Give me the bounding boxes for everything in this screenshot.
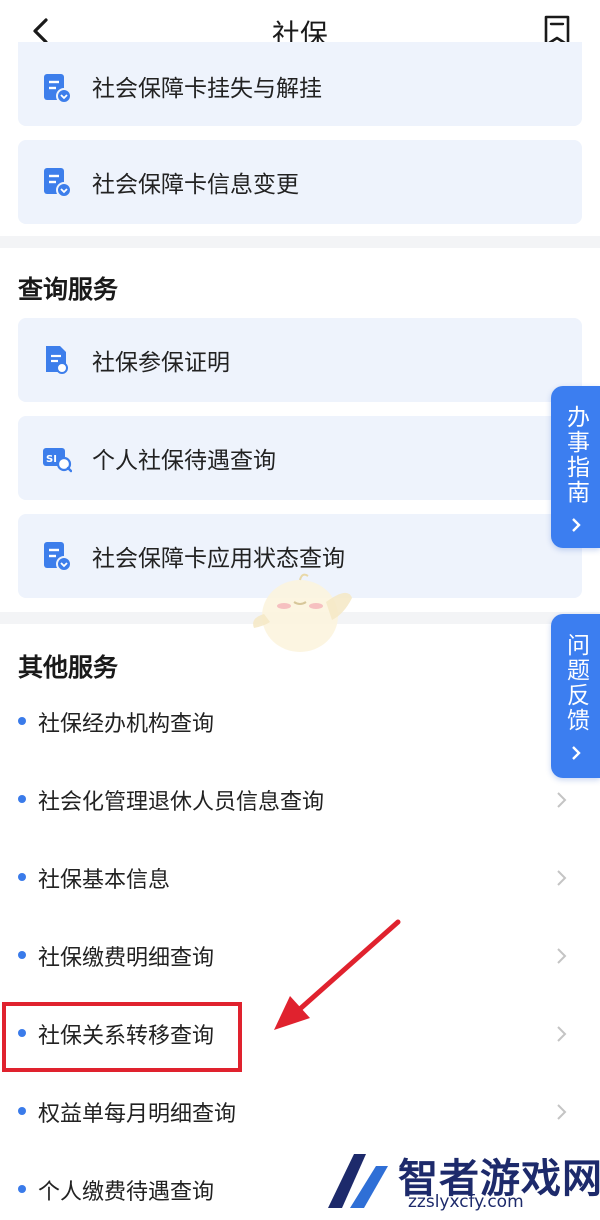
chevron-right-icon <box>557 792 567 808</box>
pointer-arrow-annotation <box>274 919 401 1030</box>
chevron-right-icon <box>557 948 567 964</box>
service-card-insurance-certificate[interactable]: 社保参保证明 <box>18 318 582 402</box>
list-item-label: 社保基本信息 <box>38 868 171 893</box>
highlight-box <box>2 1002 242 1072</box>
side-tab-feedback[interactable]: 问题反馈 <box>551 614 600 778</box>
service-card-label: 社保参保证明 <box>92 350 230 376</box>
list-item[interactable]: 社保基本信息 <box>0 848 600 908</box>
side-tab-label: 办事指南 <box>562 405 589 505</box>
chevron-right-icon <box>557 870 567 886</box>
list-item[interactable]: 社会化管理退休人员信息查询 <box>0 770 600 830</box>
service-card-label: 社会保障卡信息变更 <box>92 172 299 198</box>
section-title-other: 其他服务 <box>18 653 119 682</box>
service-card-card-info-change[interactable]: 社会保障卡信息变更 <box>18 140 582 224</box>
bullet-dot <box>18 951 26 959</box>
list-item-label: 社会化管理退休人员信息查询 <box>38 790 325 815</box>
list-item-label: 个人缴费待遇查询 <box>38 1180 215 1205</box>
list-item[interactable]: 社保经办机构查询 <box>0 692 600 752</box>
service-card-label: 个人社保待遇查询 <box>92 448 276 474</box>
service-card-benefits-query[interactable]: SI 个人社保待遇查询 <box>18 416 582 500</box>
svg-text:SI: SI <box>46 454 57 465</box>
certificate-icon <box>46 346 68 374</box>
chevron-right-icon <box>571 746 581 760</box>
list-item-label: 权益单每月明细查询 <box>38 1102 237 1127</box>
watermark-logo-icon <box>328 1154 388 1208</box>
bullet-dot <box>18 873 26 881</box>
bullet-dot <box>18 795 26 803</box>
service-card-card-loss[interactable]: 社会保障卡挂失与解挂 <box>18 42 582 126</box>
bullet-dot <box>18 1107 26 1115</box>
section-title-query: 查询服务 <box>18 275 119 304</box>
side-tab-label: 问题反馈 <box>562 633 589 733</box>
document-download-icon <box>44 168 72 198</box>
si-search-icon: SI <box>43 448 72 473</box>
list-item[interactable]: 权益单每月明细查询 <box>0 1082 600 1142</box>
chevron-right-icon <box>557 1026 567 1042</box>
chevron-right-icon <box>557 1104 567 1120</box>
site-watermark: 智者游戏网 zzslyxcfy.com <box>320 1142 600 1218</box>
mascot-decoration <box>253 573 352 652</box>
list-item-label: 社保经办机构查询 <box>38 712 215 737</box>
document-download-icon <box>44 74 72 104</box>
chevron-right-icon <box>571 518 581 532</box>
bullet-dot <box>18 1185 26 1193</box>
service-card-label: 社会保障卡挂失与解挂 <box>92 76 322 102</box>
section-divider <box>0 236 600 248</box>
list-item-label: 社保缴费明细查询 <box>38 946 215 971</box>
bullet-dot <box>18 717 26 725</box>
document-download-icon <box>44 542 72 572</box>
watermark-url: zzslyxcfy.com <box>408 1192 524 1212</box>
side-tab-guide[interactable]: 办事指南 <box>551 386 600 548</box>
